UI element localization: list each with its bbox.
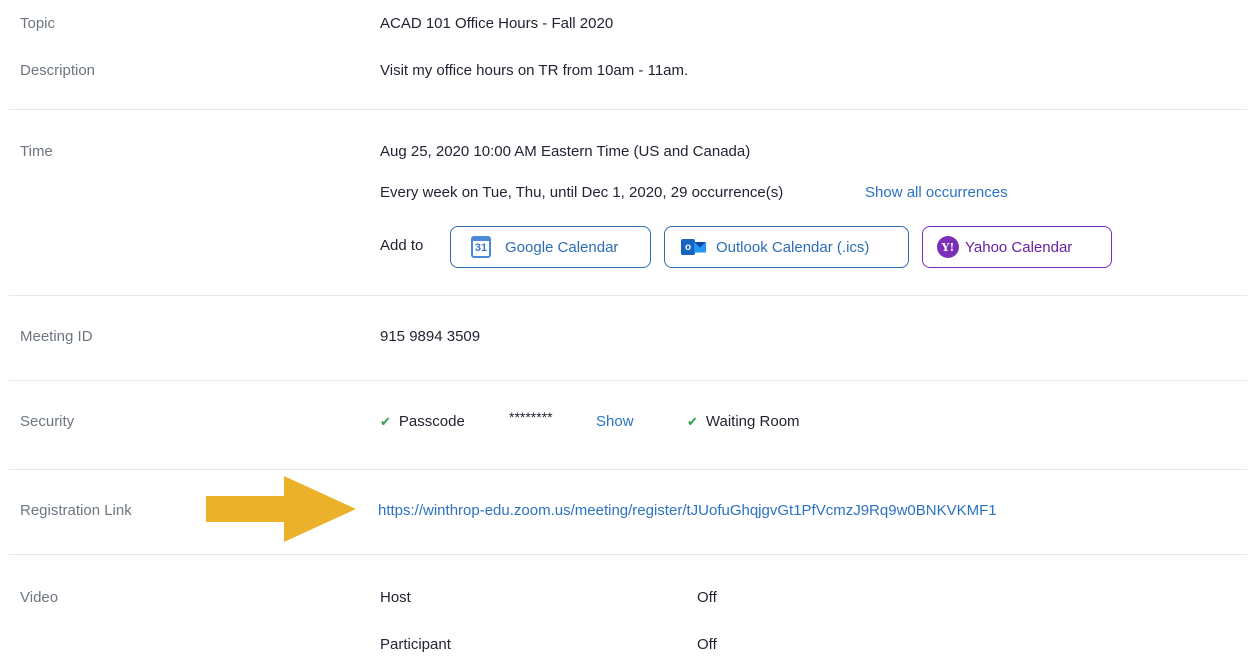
- check-icon: ✔: [380, 414, 391, 429]
- yahoo-calendar-label: Yahoo Calendar: [965, 238, 1073, 256]
- meeting-details-page: Topic ACAD 101 Office Hours - Fall 2020 …: [0, 0, 1248, 656]
- arrow-pointer-icon: [206, 476, 356, 542]
- description-label: Description: [20, 62, 96, 79]
- description-value: Visit my office hours on TR from 10am - …: [380, 62, 689, 79]
- registration-link-label: Registration Link: [20, 502, 132, 519]
- divider: [9, 380, 1247, 381]
- passcode-label: Passcode: [398, 413, 465, 430]
- meeting-id-value: 915 9894 3509: [380, 328, 481, 345]
- passcode-status: ✔ Passcode: [380, 413, 465, 430]
- time-label: Time: [20, 143, 53, 160]
- yahoo-icon: Y!: [937, 236, 959, 258]
- video-host-label: Host: [380, 589, 411, 606]
- waiting-room-status: ✔ Waiting Room: [687, 413, 800, 430]
- time-datetime: Aug 25, 2020 10:00 AM Eastern Time (US a…: [380, 143, 751, 160]
- video-participant-label: Participant: [380, 636, 451, 653]
- topic-label: Topic: [20, 15, 56, 32]
- security-label: Security: [20, 413, 75, 430]
- video-label: Video: [20, 589, 59, 606]
- video-host-value: Off: [697, 589, 717, 606]
- check-icon: ✔: [687, 414, 698, 429]
- google-calendar-label: Google Calendar: [505, 238, 619, 256]
- registration-url-link[interactable]: https://winthrop-edu.zoom.us/meeting/reg…: [378, 502, 997, 519]
- outlook-calendar-button[interactable]: o Outlook Calendar (.ics): [664, 226, 909, 268]
- outlook-icon: o: [681, 239, 706, 255]
- google-calendar-button[interactable]: 31 Google Calendar: [450, 226, 651, 268]
- video-participant-value: Off: [697, 636, 717, 653]
- add-to-label: Add to: [380, 237, 424, 254]
- passcode-mask: ********: [509, 409, 553, 425]
- waiting-room-label: Waiting Room: [705, 413, 800, 430]
- outlook-calendar-label: Outlook Calendar (.ics): [716, 238, 870, 256]
- topic-value: ACAD 101 Office Hours - Fall 2020: [380, 15, 614, 32]
- time-recurrence: Every week on Tue, Thu, until Dec 1, 202…: [380, 184, 784, 201]
- divider: [9, 554, 1247, 555]
- show-passcode-link[interactable]: Show: [596, 413, 634, 430]
- yahoo-calendar-button[interactable]: Y! Yahoo Calendar: [922, 226, 1112, 268]
- show-all-occurrences-link[interactable]: Show all occurrences: [865, 184, 1008, 201]
- google-calendar-icon: 31: [471, 236, 491, 258]
- divider: [9, 109, 1247, 110]
- meeting-id-label: Meeting ID: [20, 328, 93, 345]
- divider: [9, 469, 1247, 470]
- divider: [9, 295, 1247, 296]
